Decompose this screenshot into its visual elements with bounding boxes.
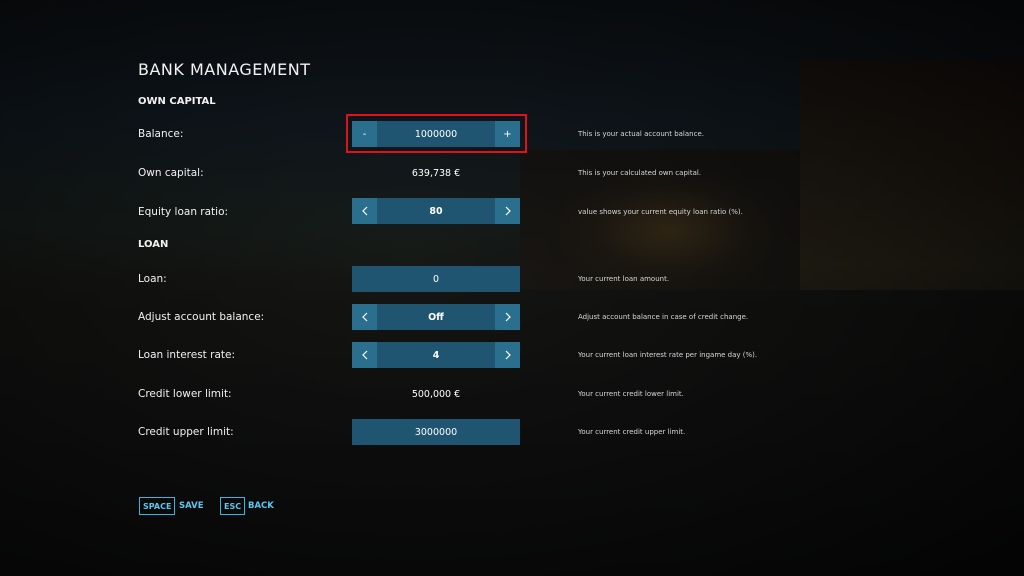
save-button[interactable]: SAVE (179, 501, 204, 511)
equity-ratio-value: 80 (377, 198, 495, 224)
balance-label: Balance: (138, 128, 184, 140)
loan-description: Your current loan amount. (578, 275, 670, 283)
equity-loan-ratio-description: value shows your current equity loan rat… (578, 208, 743, 216)
interest-rate-value: 4 (377, 342, 495, 368)
equity-ratio-next-button[interactable] (495, 198, 520, 224)
credit-lower-limit-label: Credit lower limit: (138, 388, 232, 400)
loan-input[interactable]: 0 (352, 266, 520, 292)
adjust-balance-value: Off (377, 304, 495, 330)
adjust-account-balance-selector: Off (352, 304, 520, 330)
page-title: BANK MANAGEMENT (138, 60, 311, 79)
back-hotkey-badge[interactable]: ESC (220, 497, 246, 515)
own-capital-description: This is your calculated own capital. (578, 169, 702, 177)
back-button[interactable]: BACK (248, 501, 274, 511)
equity-ratio-prev-button[interactable] (352, 198, 377, 224)
section-loan: LOAN (138, 239, 169, 250)
chevron-right-icon (505, 312, 511, 322)
adjust-balance-next-button[interactable] (495, 304, 520, 330)
chevron-left-icon (361, 312, 367, 322)
chevron-right-icon (505, 350, 511, 360)
chevron-right-icon (505, 206, 511, 216)
selection-highlight (346, 114, 527, 153)
adjust-account-balance-label: Adjust account balance: (138, 311, 265, 323)
balance-description: This is your actual account balance. (578, 130, 704, 138)
chevron-left-icon (361, 350, 367, 360)
equity-loan-ratio-selector: 80 (352, 198, 520, 224)
credit-upper-limit-input[interactable]: 3000000 (352, 419, 520, 445)
adjust-account-balance-description: Adjust account balance in case of credit… (578, 313, 749, 321)
interest-rate-next-button[interactable] (495, 342, 520, 368)
equity-loan-ratio-label: Equity loan ratio: (138, 206, 229, 218)
own-capital-label: Own capital: (138, 167, 204, 179)
credit-upper-limit-description: Your current credit upper limit. (578, 428, 686, 436)
section-own-capital: OWN CAPITAL (138, 96, 216, 107)
credit-lower-limit-value: 500,000 € (411, 389, 461, 400)
interest-rate-prev-button[interactable] (352, 342, 377, 368)
loan-interest-rate-selector: 4 (352, 342, 520, 368)
adjust-balance-prev-button[interactable] (352, 304, 377, 330)
loan-interest-rate-label: Loan interest rate: (138, 349, 236, 361)
credit-upper-limit-label: Credit upper limit: (138, 426, 234, 438)
credit-lower-limit-description: Your current credit lower limit. (578, 390, 684, 398)
loan-label: Loan: (138, 273, 167, 285)
loan-interest-rate-description: Your current loan interest rate per inga… (578, 351, 758, 359)
chevron-left-icon (361, 206, 367, 216)
save-hotkey-badge[interactable]: SPACE (139, 497, 176, 515)
own-capital-value: 639,738 € (411, 168, 461, 179)
